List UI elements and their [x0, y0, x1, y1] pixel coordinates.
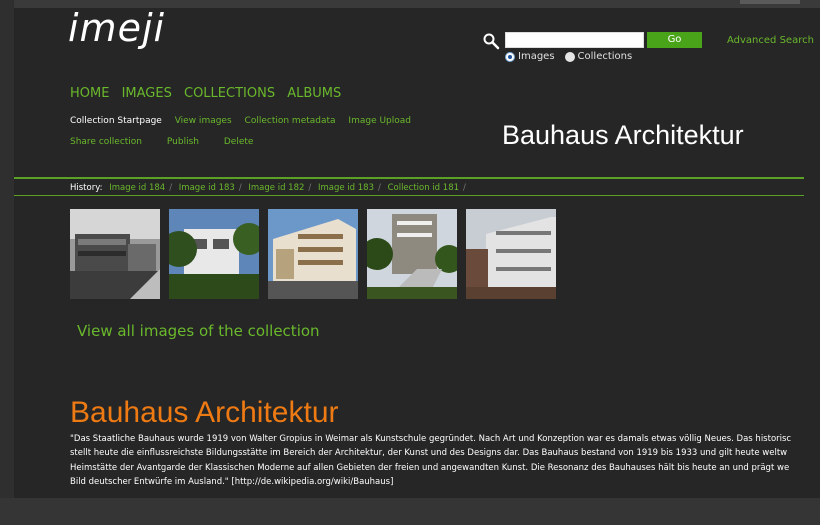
history-divider-bottom: [14, 195, 804, 196]
history-separator: /: [378, 183, 381, 193]
description-line: stellt heute die einflussreichste Bildun…: [70, 448, 788, 459]
subnav-collection-metadata[interactable]: Collection metadata: [245, 116, 336, 126]
description-line: Heimstätte der Avantgarde der Klassische…: [70, 462, 790, 473]
left-strip: [0, 0, 15, 525]
history-item[interactable]: Image id 182: [248, 183, 304, 193]
view-all-images-link[interactable]: View all images of the collection: [77, 322, 320, 340]
subnav-image-upload[interactable]: Image Upload: [348, 116, 411, 126]
nav-home[interactable]: HOME: [70, 86, 109, 101]
history-item[interactable]: Image id 184: [109, 183, 165, 193]
description-line: "Das Staatliche Bauhaus wurde 1919 von W…: [70, 434, 792, 444]
thumbnail-strip: [70, 209, 565, 299]
building-photo-balconies-icon: [466, 209, 556, 299]
history-label: History:: [70, 183, 103, 193]
history-separator: /: [463, 183, 466, 193]
history-separator: /: [238, 183, 242, 193]
nav-collections[interactable]: COLLECTIONS: [184, 86, 275, 101]
collection-actions: Share collection Publish Delete: [70, 137, 275, 147]
history-item[interactable]: Image id 183: [318, 183, 374, 193]
thumbnail-3[interactable]: [268, 209, 358, 299]
subnav-collection-startpage[interactable]: Collection Startpage: [70, 116, 162, 126]
history-item[interactable]: Collection id 181: [388, 183, 459, 193]
radio-images[interactable]: [505, 51, 515, 62]
thumbnail-5[interactable]: [466, 209, 556, 299]
radio-collections[interactable]: [564, 51, 575, 62]
radio-images-label[interactable]: Images: [518, 51, 555, 62]
collection-subnav: Collection Startpage View images Collect…: [70, 116, 421, 126]
go-button[interactable]: Go: [647, 32, 702, 48]
building-photo-white-trees-icon: [169, 209, 259, 299]
search-input[interactable]: [505, 32, 644, 48]
collection-description: "Das Staatliche Bauhaus wurde 1919 von W…: [70, 432, 804, 490]
description-line: Bild deutscher Entwürfe im Ausland." [ht…: [70, 477, 394, 488]
building-photo-stairs-icon: [367, 209, 457, 299]
publish-link[interactable]: Publish: [167, 137, 199, 147]
history-item[interactable]: Image id 183: [179, 183, 235, 193]
collection-title: Bauhaus Architektur: [70, 396, 339, 429]
advanced-search-link[interactable]: Advanced Search: [727, 35, 814, 46]
imeji-logo[interactable]: imeji: [68, 6, 165, 50]
building-photo-apartment-icon: [268, 209, 358, 299]
main-nav: HOME IMAGES COLLECTIONS ALBUMS: [70, 86, 349, 101]
search-icon[interactable]: [482, 32, 500, 50]
top-strip-hint: [740, 0, 800, 4]
thumbnail-4[interactable]: [367, 209, 457, 299]
history-separator: /: [308, 183, 312, 193]
share-collection-link[interactable]: Share collection: [70, 137, 142, 147]
radio-collections-label[interactable]: Collections: [578, 51, 633, 62]
bottom-band: [0, 498, 820, 525]
history-separator: /: [169, 183, 173, 193]
nav-albums[interactable]: ALBUMS: [287, 86, 341, 101]
thumbnail-2[interactable]: [169, 209, 259, 299]
page-title: Bauhaus Architektur: [502, 120, 744, 150]
delete-link[interactable]: Delete: [224, 137, 254, 147]
history-divider-top: [14, 177, 804, 179]
thumbnail-1[interactable]: [70, 209, 160, 299]
subnav-view-images[interactable]: View images: [175, 116, 232, 126]
search-scope-options: Images Collections: [505, 51, 642, 62]
history-breadcrumb: History: Image id 184/ Image id 183/ Ima…: [70, 183, 470, 193]
building-photo-bw-icon: [70, 209, 160, 299]
nav-images[interactable]: IMAGES: [122, 86, 172, 101]
